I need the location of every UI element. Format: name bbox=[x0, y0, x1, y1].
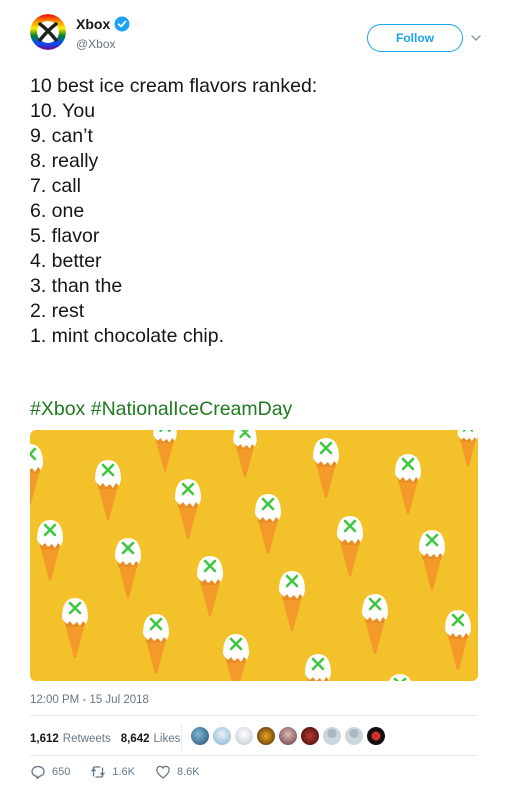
tweet-line: 2. rest bbox=[30, 300, 85, 322]
heart-icon bbox=[156, 765, 170, 779]
tweet-line: 7. call bbox=[30, 175, 81, 197]
tweet-stats: 1,612 Retweets 8,642 Likes bbox=[30, 728, 190, 750]
default-avatar[interactable] bbox=[322, 726, 342, 746]
tweet-line: 9. can’t bbox=[30, 125, 93, 147]
divider bbox=[30, 715, 478, 716]
hashtag-link[interactable]: #NationalIceCreamDay bbox=[91, 398, 293, 420]
liker-avatar[interactable] bbox=[190, 726, 210, 746]
handle[interactable]: @Xbox bbox=[76, 37, 116, 51]
display-name[interactable]: Xbox bbox=[76, 16, 110, 32]
tweet-line: 5. flavor bbox=[30, 225, 100, 247]
tweet-line: 10. You bbox=[30, 100, 96, 122]
tweet-line: 8. really bbox=[30, 150, 99, 172]
tweet-line: 4. better bbox=[30, 250, 102, 272]
stats-separator bbox=[181, 724, 182, 752]
liker-avatar[interactable] bbox=[300, 726, 320, 746]
hashtags: #Xbox #NationalIceCreamDay bbox=[30, 397, 292, 422]
liker-avatar[interactable] bbox=[212, 726, 232, 746]
retweets-count: 1,612 bbox=[30, 733, 59, 745]
retweet-button[interactable]: 1.6K bbox=[90, 764, 135, 780]
tweet-line: 1. mint chocolate chip. bbox=[30, 325, 225, 347]
like-button[interactable]: 8.6K bbox=[155, 764, 200, 780]
liker-avatar[interactable] bbox=[278, 726, 298, 746]
reply-count: 650 bbox=[52, 766, 71, 778]
retweet-count: 1.6K bbox=[112, 766, 135, 778]
liker-avatar[interactable] bbox=[234, 726, 254, 746]
tweet-line: 6. one bbox=[30, 200, 85, 222]
likes-count: 8,642 bbox=[120, 733, 150, 745]
tweet-line: 10 best ice cream flavors ranked: bbox=[30, 75, 318, 97]
tweet-actions: 650 1.6K 8.6K bbox=[30, 764, 220, 780]
likes-label: Likes bbox=[153, 733, 181, 745]
liker-avatars bbox=[190, 726, 386, 746]
retweets-label: Retweets bbox=[62, 733, 111, 745]
like-count: 8.6K bbox=[177, 766, 200, 778]
tweet-timestamp[interactable]: 12:00 PM - 15 Jul 2018 bbox=[30, 694, 149, 706]
chevron-down-icon[interactable] bbox=[470, 32, 482, 44]
xbox-logo-icon bbox=[30, 14, 66, 50]
ice-cream-pattern bbox=[30, 430, 478, 681]
tweet-line: 3. than the bbox=[30, 275, 123, 297]
retweets-stat[interactable]: 1,612 Retweets bbox=[30, 733, 111, 745]
tweet-media-image[interactable] bbox=[30, 430, 478, 681]
follow-button[interactable]: Follow bbox=[367, 24, 463, 52]
reply-button[interactable]: 650 bbox=[30, 764, 70, 780]
tweet-text: 10 best ice cream flavors ranked: 10. Yo… bbox=[30, 74, 480, 349]
avatar[interactable] bbox=[30, 14, 66, 50]
hashtag-link[interactable]: #Xbox bbox=[30, 398, 85, 420]
reply-icon bbox=[31, 765, 45, 780]
retweet-icon bbox=[91, 766, 106, 778]
tweet-header: Xbox @Xbox Follow bbox=[30, 14, 482, 60]
liker-avatar[interactable] bbox=[366, 726, 386, 746]
liker-avatar[interactable] bbox=[256, 726, 276, 746]
verified-badge-icon bbox=[114, 16, 130, 32]
likes-stat[interactable]: 8,642 Likes bbox=[121, 733, 181, 745]
default-avatar[interactable] bbox=[344, 726, 364, 746]
divider bbox=[30, 755, 478, 756]
